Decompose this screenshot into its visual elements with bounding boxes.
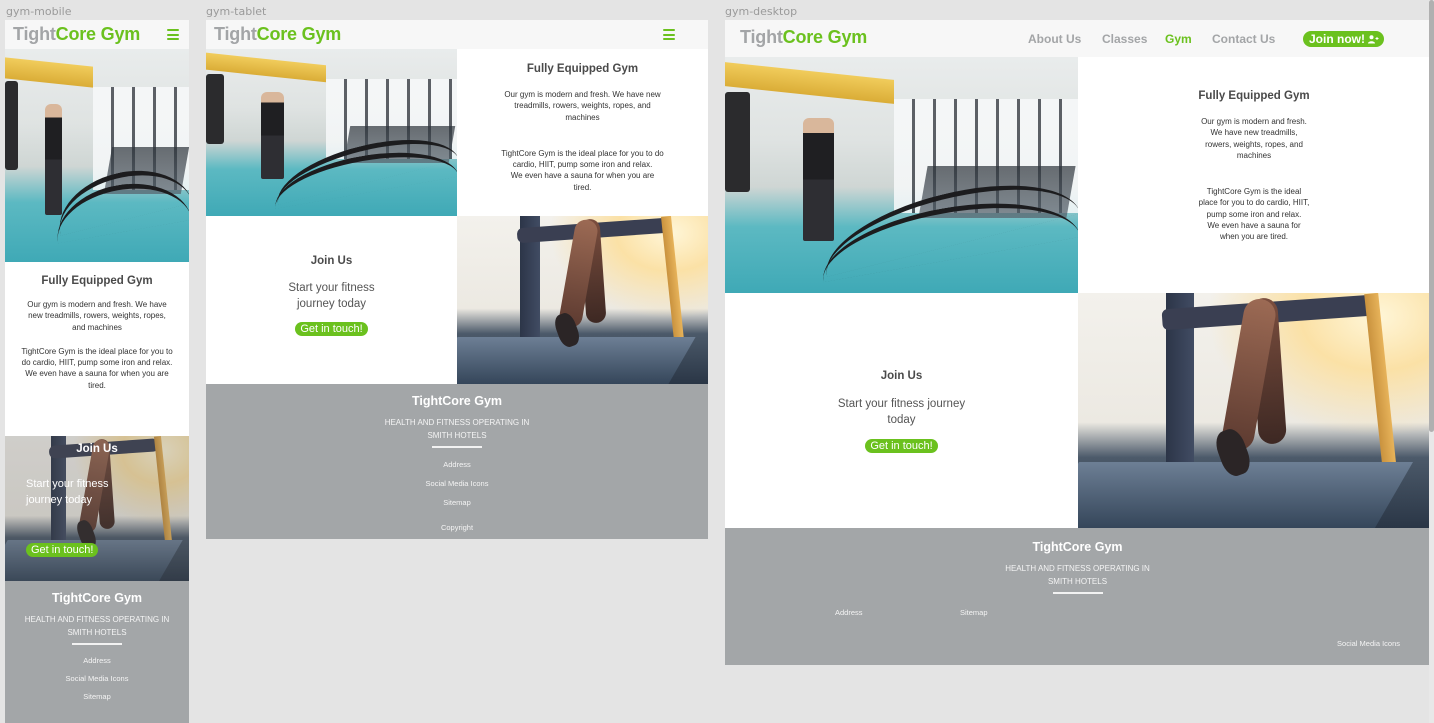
get-in-touch-button[interactable]: Get in touch! — [26, 543, 99, 557]
footer-sitemap-link[interactable]: Sitemap — [960, 608, 988, 617]
gym-section-title: Fully Equipped Gym — [526, 63, 639, 75]
footer-copyright: Copyright — [440, 523, 474, 532]
gym-section-title: Fully Equipped Gym — [41, 275, 153, 287]
gym-section: Fully Equipped Gym Our gym is modern and… — [457, 49, 708, 216]
footer-subtitle: HEALTH AND FITNESS OPERATING IN SMITH HO… — [384, 418, 530, 440]
join-section-tagline: Start your fitness journey today — [26, 478, 109, 506]
scrollbar-thumb[interactable] — [1429, 0, 1434, 432]
logo-part-1: Tight — [13, 24, 56, 44]
get-in-touch-button[interactable]: Get in touch! — [865, 439, 938, 453]
join-section-title: Join Us — [310, 255, 353, 267]
gym-section-para-1: Our gym is modern and fresh. We have new… — [1201, 117, 1307, 160]
nav-item-gym[interactable]: Gym — [1165, 32, 1192, 46]
artboard-tablet: TightCore Gym Fully Equipped Gym Our gym… — [206, 20, 708, 539]
footer-sitemap-link[interactable]: Sitemap — [5, 692, 189, 701]
footer-divider — [1052, 592, 1103, 594]
logo[interactable]: TightCore Gym — [214, 24, 341, 45]
logo-part-1: Tight — [740, 27, 783, 47]
footer-social-link[interactable]: Social Media Icons — [206, 479, 708, 488]
artboard-desktop: TightCore Gym About Us Classes Gym Conta… — [725, 20, 1430, 665]
gym-section-para-2b: We even have a sauna for when you are ti… — [25, 369, 169, 390]
hamburger-menu-icon[interactable] — [167, 29, 179, 40]
nav-item-contact-us[interactable]: Contact Us — [1212, 32, 1275, 46]
navbar: TightCore Gym About Us Classes Gym Conta… — [725, 20, 1430, 57]
join-section-title: Join Us — [76, 443, 118, 455]
footer: TightCore Gym HEALTH AND FITNESS OPERATI… — [206, 384, 708, 539]
logo[interactable]: TightCore Gym — [740, 27, 867, 48]
gym-section-para-2b: We even have a sauna for when you are ti… — [510, 171, 655, 192]
artboard-label-mobile: gym-mobile — [6, 5, 72, 18]
footer-title: TightCore Gym — [411, 394, 503, 408]
join-photo — [1078, 293, 1430, 528]
gym-section-title: Fully Equipped Gym — [1198, 90, 1310, 102]
footer-title: TightCore Gym — [51, 591, 143, 605]
artboard-label-desktop: gym-desktop — [725, 5, 798, 18]
get-in-touch-button[interactable]: Get in touch! — [295, 322, 368, 336]
footer: TightCore Gym HEALTH AND FITNESS OPERATI… — [5, 581, 189, 723]
join-section: Join Us Start your fitness journey today… — [206, 216, 457, 384]
footer-address-link[interactable]: Address — [206, 460, 708, 469]
gym-section-para-1: Our gym is modern and fresh. We have new… — [27, 300, 167, 332]
footer: TightCore Gym HEALTH AND FITNESS OPERATI… — [725, 528, 1430, 665]
logo[interactable]: TightCore Gym — [13, 24, 140, 45]
hamburger-menu-icon[interactable] — [663, 29, 675, 40]
navbar: TightCore Gym — [5, 20, 189, 49]
join-section-tagline: Start your fitness journey today — [288, 282, 375, 310]
join-now-button[interactable]: Join now! — [1303, 31, 1384, 47]
logo-part-1: Tight — [214, 24, 257, 44]
logo-part-2: Core Gym — [256, 24, 342, 44]
join-photo: Join Us Start your fitness journey today… — [5, 436, 189, 581]
join-now-label: Join now! — [1309, 32, 1365, 46]
logo-part-2: Core Gym — [782, 27, 868, 47]
gym-photo — [725, 57, 1078, 293]
nav-item-classes[interactable]: Classes — [1102, 32, 1147, 46]
gym-section-para-2a: TightCore Gym is the ideal place for you… — [1198, 187, 1310, 219]
footer-subtitle: HEALTH AND FITNESS OPERATING IN SMITH HO… — [24, 615, 170, 637]
footer-sitemap-link[interactable]: Sitemap — [206, 498, 708, 507]
footer-subtitle: HEALTH AND FITNESS OPERATING IN SMITH HO… — [1005, 564, 1150, 586]
artboard-mobile: TightCore Gym Fully Equipped Gym Our gym… — [5, 20, 189, 723]
join-section-tagline: Start your fitness journey today — [837, 398, 966, 426]
footer-divider — [432, 446, 482, 448]
gym-photo — [5, 49, 189, 262]
footer-social-link[interactable]: Social Media Icons — [5, 674, 189, 683]
gym-section: Fully Equipped Gym Our gym is modern and… — [5, 262, 189, 436]
footer-address-link[interactable]: Address — [5, 656, 189, 665]
gym-section-para-2a: TightCore Gym is the ideal place for you… — [21, 346, 173, 368]
user-plus-icon — [1368, 34, 1379, 43]
gym-section-para-1: Our gym is modern and fresh. We have new… — [504, 90, 661, 122]
join-section: Join Us Start your fitness journey today… — [725, 293, 1078, 528]
artboard-label-tablet: gym-tablet — [206, 5, 267, 18]
footer-address-link[interactable]: Address — [835, 608, 863, 617]
gym-section-para-2b: We even have a sauna for when you are ti… — [1207, 221, 1301, 242]
logo-part-2: Core Gym — [55, 24, 141, 44]
gym-section: Fully Equipped Gym Our gym is modern and… — [1078, 57, 1430, 293]
navbar: TightCore Gym — [206, 20, 708, 49]
join-photo — [457, 216, 708, 384]
join-section-title: Join Us — [880, 370, 923, 382]
footer-title: TightCore Gym — [1032, 540, 1123, 554]
nav-item-about-us[interactable]: About Us — [1028, 32, 1081, 46]
footer-social-link[interactable]: Social Media Icons — [1337, 639, 1400, 648]
gym-photo — [206, 49, 457, 216]
gym-section-para-2a: TightCore Gym is the ideal place for you… — [501, 148, 664, 170]
footer-divider — [72, 643, 122, 645]
